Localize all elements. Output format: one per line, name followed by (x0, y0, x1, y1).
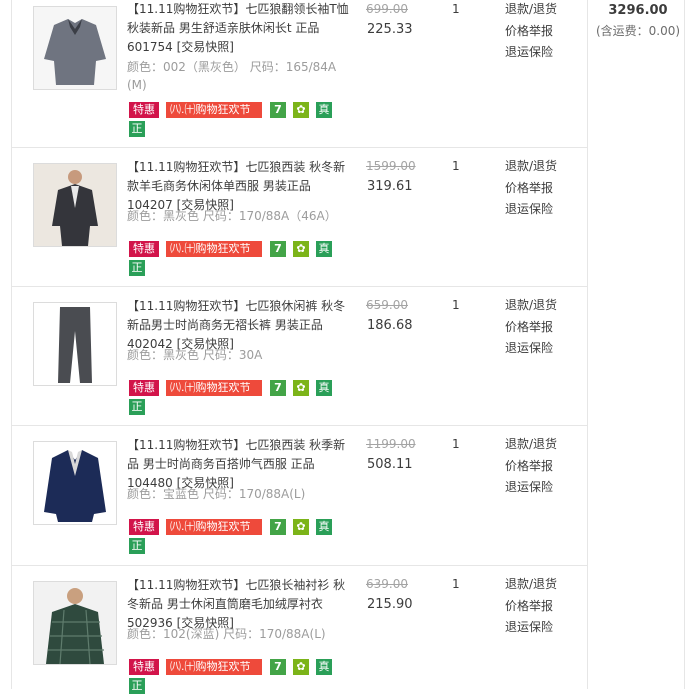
order-total-cell: 3296.00 (含运费：0.00) (590, 0, 686, 39)
item-actions: 退款/退货 价格举报 退运保险 (505, 0, 575, 64)
item-actions: 退款/退货 价格举报 退运保险 (505, 434, 575, 499)
seven-day-return-icon[interactable]: 7 (270, 102, 286, 118)
order-item-row: 【11.11购物狂欢节】七匹狼长袖衬衫 秋冬新品 男士休闲直筒磨毛加绒厚衬衣 5… (0, 566, 588, 694)
genuine-guarantee-icon[interactable]: 真 (316, 102, 332, 118)
order-total: 3296.00 (608, 3, 668, 18)
shopping-festival-tag[interactable]: ㈧.㈩购物狂欢节 (166, 380, 262, 396)
product-attributes: 颜色：102(深蓝) 尺码：170/88A(L) (127, 627, 326, 641)
shipping-fee-note: (含运费：0.00) (595, 24, 681, 38)
product-attributes: 颜色：黑灰色 尺码：30A (127, 348, 263, 362)
original-price: 699.00 (366, 2, 408, 16)
bag-icon[interactable]: ✿ (293, 102, 309, 118)
product-attributes: 颜色：002（黑灰色） 尺码：165/84A (M) (127, 60, 337, 92)
item-actions: 退款/退货 价格举报 退运保险 (505, 156, 575, 221)
refund-return-link[interactable]: 退款/退货 (505, 0, 575, 21)
original-price: 639.00 (366, 577, 408, 591)
product-thumbnail[interactable] (33, 6, 117, 90)
item-actions: 退款/退货 价格举报 退运保险 (505, 295, 575, 360)
sale-tag[interactable]: 特惠 (129, 380, 159, 396)
bag-icon[interactable]: ✿ (293, 519, 309, 535)
sale-tag[interactable]: 特惠 (129, 519, 159, 535)
paid-price: 186.68 (367, 318, 413, 333)
refund-return-link[interactable]: 退款/退货 (505, 156, 575, 178)
product-thumbnail[interactable] (33, 581, 117, 665)
order-item-row: 【11.11购物狂欢节】七匹狼翻领长袖T恤 秋装新品 男生舒适亲肤休闲长t 正品… (0, 0, 588, 148)
product-thumbnail[interactable] (33, 302, 117, 386)
paid-price: 215.90 (367, 597, 413, 612)
product-thumbnail[interactable] (33, 163, 117, 247)
seven-day-return-icon[interactable]: 7 (270, 659, 286, 675)
genuine-guarantee-icon[interactable]: 真 (316, 380, 332, 396)
quantity: 1 (452, 577, 460, 591)
bag-icon[interactable]: ✿ (293, 380, 309, 396)
genuine-guarantee-icon-2[interactable]: 正 (129, 260, 145, 276)
price-report-link[interactable]: 价格举报 (505, 596, 575, 618)
refund-return-link[interactable]: 退款/退货 (505, 434, 575, 456)
return-shipping-insurance-link[interactable]: 退运保险 (505, 477, 575, 499)
quantity: 1 (452, 2, 460, 16)
order-item-row: 【11.11购物狂欢节】七匹狼休闲裤 秋冬新品男士时尚商务无褶长裤 男装正品40… (0, 287, 588, 426)
return-shipping-insurance-link[interactable]: 退运保险 (505, 338, 575, 360)
product-attributes: 颜色：黑灰色 尺码：170/88A（46A） (127, 209, 337, 223)
shopping-festival-tag[interactable]: ㈧.㈩购物狂欢节 (166, 102, 262, 118)
quantity: 1 (452, 437, 460, 451)
seven-day-return-icon[interactable]: 7 (270, 380, 286, 396)
paid-price: 225.33 (367, 22, 413, 37)
original-price: 1599.00 (366, 159, 416, 173)
genuine-guarantee-icon[interactable]: 真 (316, 659, 332, 675)
seven-day-return-icon[interactable]: 7 (270, 519, 286, 535)
paid-price: 319.61 (367, 179, 413, 194)
quantity: 1 (452, 159, 460, 173)
shopping-festival-tag[interactable]: ㈧.㈩购物狂欢节 (166, 519, 262, 535)
return-shipping-insurance-link[interactable]: 退运保险 (505, 617, 575, 639)
refund-return-link[interactable]: 退款/退货 (505, 295, 575, 317)
refund-return-link[interactable]: 退款/退货 (505, 574, 575, 596)
right-border (684, 0, 685, 689)
shopping-festival-tag[interactable]: ㈧.㈩购物狂欢节 (166, 659, 262, 675)
sale-tag[interactable]: 特惠 (129, 241, 159, 257)
seven-day-return-icon[interactable]: 7 (270, 241, 286, 257)
product-attributes: 颜色：宝蓝色 尺码：170/88A(L) (127, 487, 306, 501)
quantity: 1 (452, 298, 460, 312)
bag-icon[interactable]: ✿ (293, 659, 309, 675)
order-item-row: 【11.11购物狂欢节】七匹狼西装 秋季新品 男士时尚商务百搭帅气西服 正品10… (0, 426, 588, 566)
return-shipping-insurance-link[interactable]: 退运保险 (505, 42, 575, 64)
genuine-guarantee-icon-2[interactable]: 正 (129, 678, 145, 694)
price-report-link[interactable]: 价格举报 (505, 317, 575, 339)
genuine-guarantee-icon[interactable]: 真 (316, 519, 332, 535)
genuine-guarantee-icon[interactable]: 真 (316, 241, 332, 257)
price-report-link[interactable]: 价格举报 (505, 456, 575, 478)
bag-icon[interactable]: ✿ (293, 241, 309, 257)
sale-tag[interactable]: 特惠 (129, 659, 159, 675)
sale-tag[interactable]: 特惠 (129, 102, 159, 118)
genuine-guarantee-icon-2[interactable]: 正 (129, 538, 145, 554)
price-report-link[interactable]: 价格举报 (505, 21, 575, 43)
product-thumbnail[interactable] (33, 441, 117, 525)
price-report-link[interactable]: 价格举报 (505, 178, 575, 200)
genuine-guarantee-icon-2[interactable]: 正 (129, 121, 145, 137)
order-item-row: 【11.11购物狂欢节】七匹狼西装 秋冬新款羊毛商务休闲体单西服 男装正品104… (0, 148, 588, 287)
shopping-festival-tag[interactable]: ㈧.㈩购物狂欢节 (166, 241, 262, 257)
return-shipping-insurance-link[interactable]: 退运保险 (505, 199, 575, 221)
original-price: 1199.00 (366, 437, 416, 451)
original-price: 659.00 (366, 298, 408, 312)
product-title-link[interactable]: 【11.11购物狂欢节】七匹狼翻领长袖T恤 秋装新品 男生舒适亲肤休闲长t 正品… (127, 0, 349, 57)
genuine-guarantee-icon-2[interactable]: 正 (129, 399, 145, 415)
item-actions: 退款/退货 价格举报 退运保险 (505, 574, 575, 639)
paid-price: 508.11 (367, 457, 413, 472)
